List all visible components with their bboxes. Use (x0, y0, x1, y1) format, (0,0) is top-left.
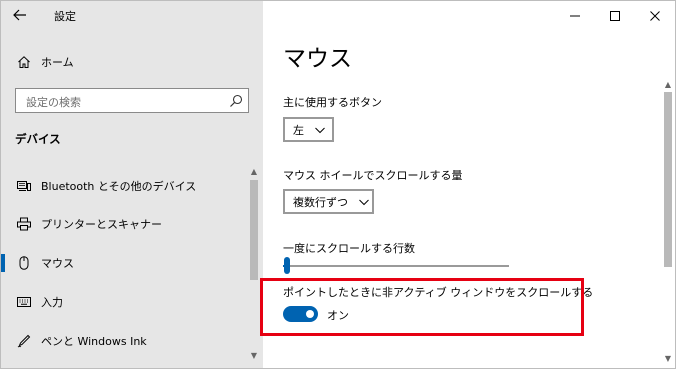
section-header: デバイス (15, 132, 61, 146)
sidebar-scrollbar[interactable]: ▲ ▼ (248, 166, 260, 366)
slider-thumb[interactable] (284, 257, 291, 274)
scroll-up-icon[interactable]: ▲ (248, 166, 260, 178)
pen-icon (16, 333, 32, 349)
highlight-annotation (260, 278, 584, 336)
search-placeholder: 設定の検索 (26, 96, 81, 109)
maximize-button[interactable] (595, 1, 635, 31)
main-scrollbar[interactable]: ▲ ▼ (661, 77, 675, 367)
scroll-down-icon[interactable]: ▼ (248, 350, 260, 362)
app-title: 設定 (54, 10, 76, 23)
maximize-icon (610, 11, 620, 21)
minimize-icon (570, 15, 580, 17)
settings-window: 設定 ホーム 設定の検索 デバイス Bluetooth とその他のデバイス プリ… (0, 0, 676, 369)
lines-to-scroll-label: 一度にスクロールする行数 (283, 242, 415, 255)
search-input[interactable]: 設定の検索 (15, 88, 249, 113)
bluetooth-devices-icon (16, 178, 32, 194)
sidebar-scroll-thumb[interactable] (250, 180, 258, 280)
sidebar-item-label: ペンと Windows Ink (41, 335, 147, 348)
title-bar-left: 設定 (1, 1, 263, 33)
minimize-button[interactable] (555, 1, 595, 31)
dropdown-value: 左 (293, 123, 304, 137)
sidebar-item-label: ホーム (41, 56, 74, 69)
dropdown-value: 複数行ずつ (293, 195, 348, 209)
keyboard-icon (16, 294, 32, 310)
arrow-left-icon (13, 9, 27, 25)
sidebar-item-label: 入力 (41, 296, 63, 309)
mouse-icon (16, 255, 32, 271)
close-icon (650, 11, 660, 21)
page-title: マウス (283, 46, 352, 72)
chevron-down-icon (359, 199, 369, 205)
search-icon[interactable] (229, 93, 243, 107)
close-button[interactable] (635, 1, 675, 31)
sidebar-item-printers[interactable]: プリンターとスキャナー (1, 206, 263, 242)
primary-button-dropdown[interactable]: 左 (283, 117, 334, 142)
primary-button-label: 主に使用するボタン (283, 96, 382, 109)
printer-icon (16, 216, 32, 232)
chevron-down-icon (315, 127, 325, 133)
home-icon (16, 54, 32, 70)
main-scroll-thumb[interactable] (664, 92, 672, 267)
sidebar-item-label: Bluetooth とその他のデバイス (41, 180, 197, 193)
scroll-down-icon[interactable]: ▼ (662, 353, 674, 365)
sidebar-item-label: マウス (41, 257, 74, 270)
wheel-scroll-dropdown[interactable]: 複数行ずつ (283, 189, 374, 214)
window-controls (555, 1, 675, 31)
main-content: マウス 主に使用するボタン 左 マウス ホイールでスクロールする量 複数行ずつ … (260, 1, 675, 368)
sidebar-item-home[interactable]: ホーム (1, 44, 263, 80)
scroll-up-icon[interactable]: ▲ (662, 79, 674, 91)
sidebar-item-label: プリンターとスキャナー (41, 218, 162, 231)
sidebar-item-mouse[interactable]: マウス (1, 245, 263, 281)
sidebar: 設定 ホーム 設定の検索 デバイス Bluetooth とその他のデバイス プリ… (1, 1, 263, 368)
back-button[interactable] (11, 9, 29, 25)
sidebar-item-pen[interactable]: ペンと Windows Ink (1, 323, 263, 359)
sidebar-item-typing[interactable]: 入力 (1, 284, 263, 320)
wheel-scroll-label: マウス ホイールでスクロールする量 (283, 169, 463, 182)
lines-to-scroll-slider[interactable] (283, 265, 509, 267)
sidebar-item-bluetooth[interactable]: Bluetooth とその他のデバイス (1, 168, 263, 204)
